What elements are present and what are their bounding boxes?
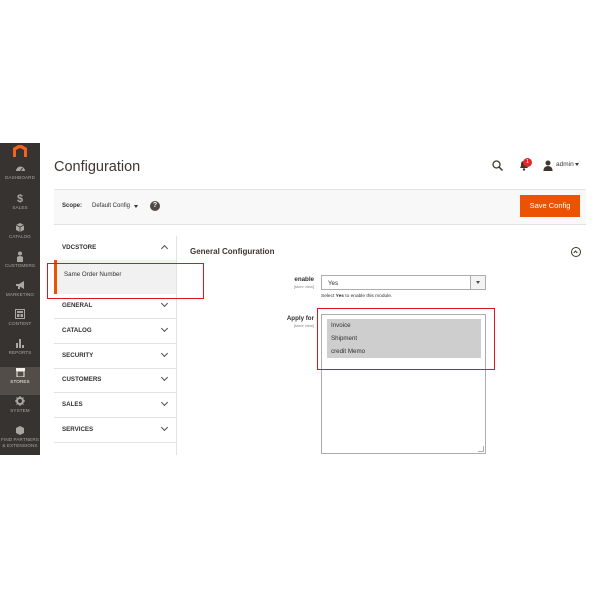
enable-note: Select Yes to enable this module. <box>321 294 392 299</box>
tab-group-label: CUSTOMERS <box>62 376 102 383</box>
chevron-down-icon <box>160 299 169 308</box>
tab-group-label: VDCSTORE <box>62 244 97 251</box>
user-menu-caret-icon[interactable] <box>575 163 579 166</box>
scope-help-icon[interactable]: ? <box>150 201 160 211</box>
nav-marketing-label: MARKETING <box>5 292 35 297</box>
scope-switcher[interactable]: Default Config <box>92 203 130 209</box>
section-title[interactable]: General Configuration <box>190 247 274 256</box>
nav-dashboard[interactable]: DASHBOARD <box>0 163 40 191</box>
nav-stores-label: STORES <box>10 379 30 384</box>
nav-catalog-label: CATALOG <box>9 234 31 239</box>
nav-reports[interactable]: REPORTS <box>0 338 40 366</box>
search-icon[interactable] <box>492 160 503 171</box>
tab-group-catalog[interactable]: CATALOG <box>54 319 176 344</box>
scope-bar: Scope: Default Config ? Save Config <box>54 189 586 225</box>
partners-icon <box>0 425 40 437</box>
highlight-box-apply-for <box>317 308 495 370</box>
tab-group-label: SALES <box>62 401 83 408</box>
select-arrow-icon[interactable] <box>470 276 485 289</box>
nav-content-label: CONTENT <box>8 321 32 326</box>
dollar-icon: $ <box>16 193 24 205</box>
nav-stores[interactable]: STORES <box>0 367 40 395</box>
tab-group-security[interactable]: SECURITY <box>54 344 176 369</box>
enable-label: enable <box>294 276 314 283</box>
catalog-icon <box>0 222 40 234</box>
content-icon <box>0 309 40 321</box>
chevron-up-icon <box>160 244 169 253</box>
nav-system[interactable]: SYSTEM <box>0 396 40 424</box>
tab-group-label: GENERAL <box>62 302 93 309</box>
customers-icon <box>0 251 40 263</box>
note-text: to enable this module. <box>343 294 393 299</box>
enable-select[interactable]: Yes <box>321 275 486 290</box>
save-config-button[interactable]: Save Config <box>520 195 580 217</box>
nav-catalog[interactable]: CATALOG <box>0 222 40 250</box>
tab-group-customers[interactable]: CUSTOMERS <box>54 368 176 393</box>
dashboard-icon <box>0 163 40 175</box>
note-text: Select <box>321 294 336 299</box>
nav-reports-label: REPORTS <box>8 350 32 355</box>
scope-label: Scope: <box>62 203 83 209</box>
nav-partners-label-2: & EXTENSIONS <box>2 442 38 448</box>
nav-system-label: SYSTEM <box>10 408 30 413</box>
tab-group-sales[interactable]: SALES <box>54 393 176 418</box>
note-emphasis: Yes <box>335 294 344 299</box>
nav-sales-label: SALES <box>12 205 28 210</box>
tab-group-label: SERVICES <box>62 426 94 433</box>
nav-sales[interactable]: $ SALES <box>0 193 40 221</box>
apply-for-label: Apply for <box>286 315 314 322</box>
tab-group-label: CATALOG <box>62 327 92 334</box>
tab-group-label: SECURITY <box>62 352 94 359</box>
nav-partners[interactable]: FIND PARTNERS & EXTENSIONS <box>0 425 40 453</box>
highlight-box-tab <box>47 263 204 299</box>
scope-caret-icon[interactable] <box>134 205 138 208</box>
nav-marketing[interactable]: MARKETING <box>0 280 40 308</box>
chevron-down-icon <box>160 349 169 358</box>
chevron-down-icon <box>160 398 169 407</box>
user-name[interactable]: admin <box>556 161 574 168</box>
nav-dashboard-label: DASHBOARD <box>5 175 35 180</box>
system-icon <box>0 396 40 408</box>
user-icon[interactable] <box>543 160 553 171</box>
admin-sidebar: DASHBOARD $ SALES CATALOG CUSTOMERS MARK… <box>0 143 40 455</box>
enable-select-value: Yes <box>328 280 339 287</box>
admin-window: DASHBOARD $ SALES CATALOG CUSTOMERS MARK… <box>0 143 600 455</box>
nav-partners-label-1: FIND PARTNERS <box>1 437 39 442</box>
resize-grip-icon[interactable] <box>478 446 484 452</box>
chevron-down-icon <box>160 324 169 333</box>
tab-group-vdcstore[interactable]: VDCSTORE <box>54 236 176 261</box>
nav-content[interactable]: CONTENT <box>0 309 40 337</box>
collapse-section-icon[interactable] <box>571 247 581 257</box>
chevron-down-icon <box>160 373 169 382</box>
nav-customers-label: CUSTOMERS <box>4 263 36 268</box>
apply-for-scope: [store view] <box>293 323 314 328</box>
tab-group-services[interactable]: SERVICES <box>54 418 176 443</box>
stores-icon <box>0 367 40 379</box>
megaphone-icon <box>0 280 40 292</box>
nav-customers[interactable]: CUSTOMERS <box>0 251 40 279</box>
magento-logo[interactable] <box>10 145 30 157</box>
enable-scope: [store view] <box>293 284 314 289</box>
page-title: Configuration <box>54 159 141 175</box>
notifications-badge: 1 <box>523 158 532 167</box>
chevron-down-icon <box>160 423 169 432</box>
reports-icon <box>0 338 40 350</box>
